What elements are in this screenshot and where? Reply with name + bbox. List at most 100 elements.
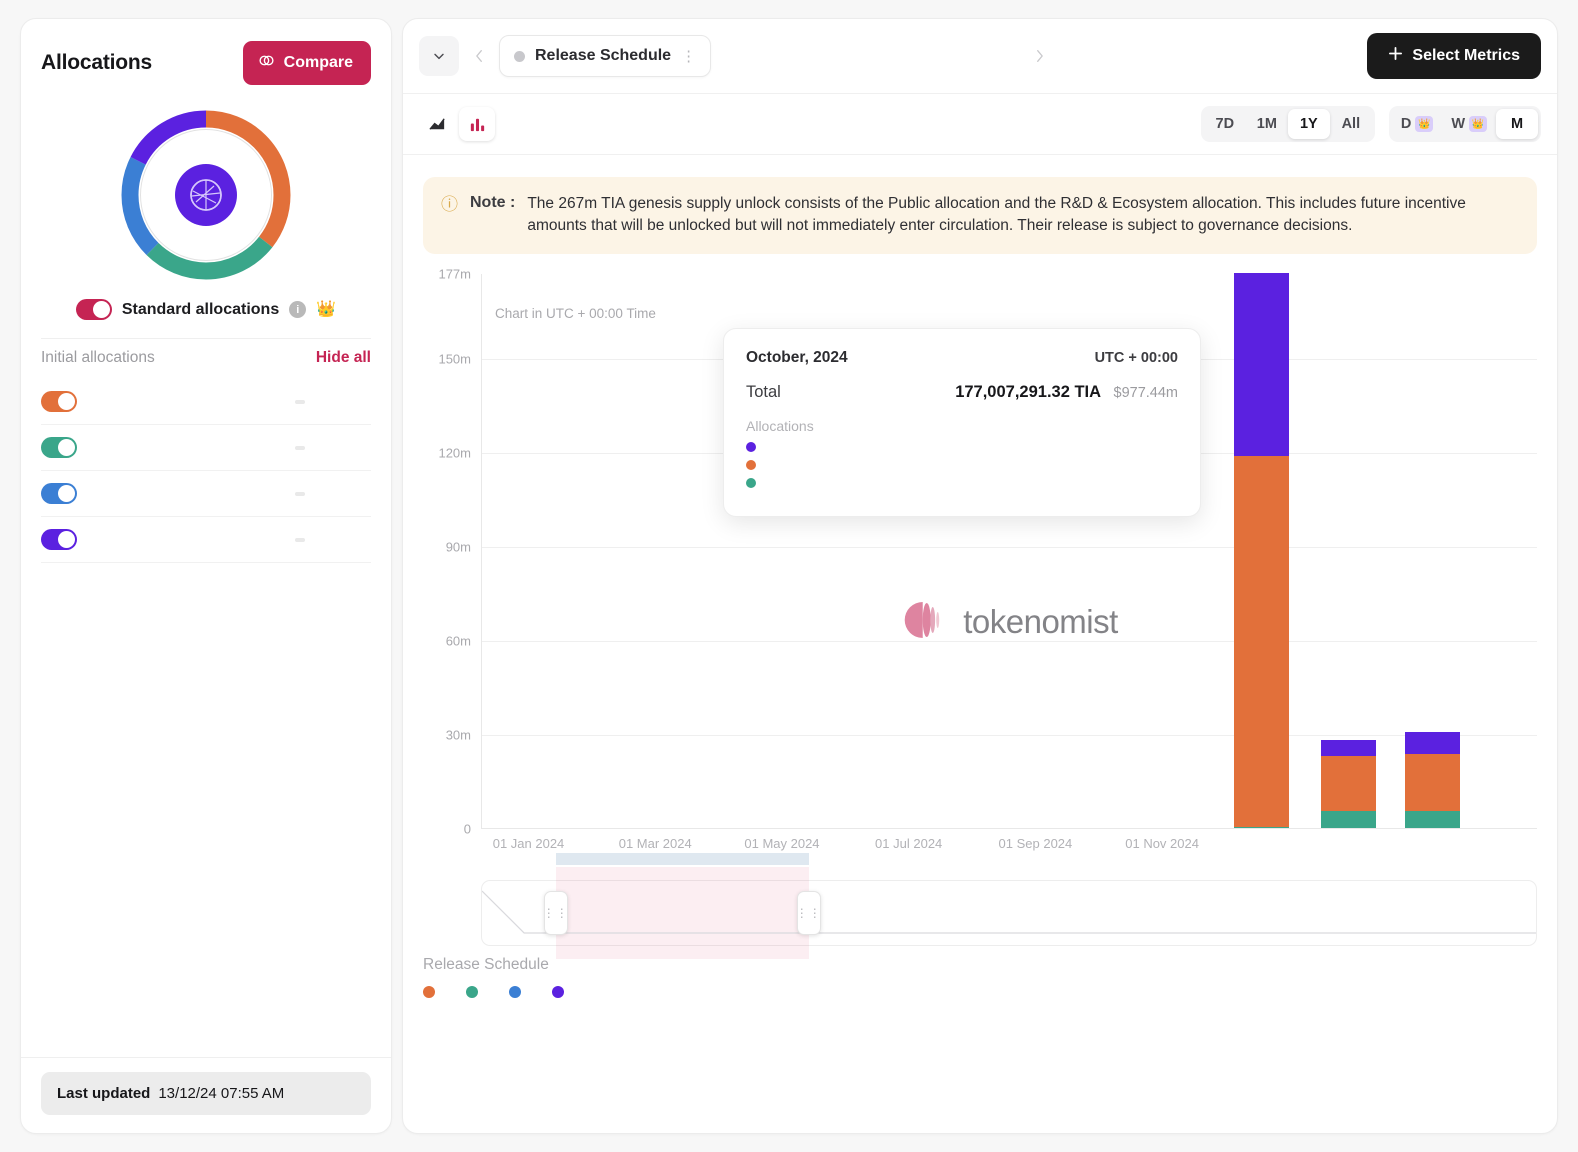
gridline: [482, 735, 1537, 736]
allocation-row[interactable]: [41, 425, 371, 471]
y-axis: 177m150m120m90m60m30m0: [423, 274, 471, 829]
allocation-row[interactable]: [41, 471, 371, 517]
interval-btn-w[interactable]: W👑: [1442, 109, 1496, 139]
bar-segment: [1405, 811, 1460, 828]
interval-btn-label: M: [1511, 116, 1523, 132]
allocation-unit-badge: [295, 446, 305, 450]
bar-segment: [1321, 740, 1376, 756]
chart-bar[interactable]: [1321, 740, 1376, 828]
hide-all-button[interactable]: Hide all: [316, 349, 371, 367]
chart-bar[interactable]: [1234, 273, 1289, 828]
tooltip-total-value: 177,007,291.32 TIA: [955, 383, 1101, 401]
legend-item[interactable]: [466, 986, 487, 998]
celestia-logo-icon: [175, 164, 237, 226]
range-btn-label: 1M: [1257, 116, 1277, 132]
range-btn-all[interactable]: All: [1330, 109, 1372, 139]
tab-label: Release Schedule: [535, 47, 671, 65]
legend-color-dot: [509, 986, 521, 998]
crown-icon: 👑: [1415, 116, 1433, 132]
collapse-chevron-down-icon[interactable]: [419, 36, 459, 76]
allocation-unit-badge: [295, 492, 305, 496]
chart-toolbar: 7D1M1YAll D👑W👑M: [403, 94, 1557, 155]
allocation-toggle[interactable]: [41, 391, 77, 412]
y-axis-tick: 120m: [438, 445, 471, 460]
range-btn-1m[interactable]: 1M: [1246, 109, 1288, 139]
tooltip-date: October, 2024: [746, 349, 848, 367]
tab-release-schedule[interactable]: Release Schedule ⋮: [499, 35, 711, 77]
compare-icon: [258, 52, 275, 74]
initial-allocations-title: Initial allocations: [41, 349, 155, 367]
chart-tooltip: October, 2024 UTC + 00:00 Total 177,007,…: [723, 328, 1201, 517]
interval-btn-label: D: [1401, 116, 1411, 132]
tooltip-row: [746, 478, 1178, 488]
time-range-group: 7D 1M 1Y All: [1201, 106, 1375, 142]
select-metrics-label: Select Metrics: [1412, 47, 1520, 65]
range-btn-label: 1Y: [1300, 116, 1318, 132]
tooltip-utc: UTC + 00:00: [1095, 350, 1178, 366]
legend-color-dot: [466, 986, 478, 998]
brush-mini-chart: [482, 889, 1536, 937]
tooltip-total-row: Total 177,007,291.32 TIA $977.44m: [746, 383, 1178, 402]
bar-segment: [1321, 756, 1376, 811]
interval-btn-m[interactable]: M: [1496, 109, 1538, 139]
chart-type-group: [419, 107, 495, 141]
info-icon[interactable]: i: [289, 301, 306, 318]
compare-button-label: Compare: [284, 54, 353, 72]
bar-segment: [1321, 811, 1376, 828]
bar-chart-icon[interactable]: [459, 107, 495, 141]
standard-allocations-toggle[interactable]: [76, 299, 112, 320]
note-label: Note :: [470, 194, 515, 212]
select-metrics-button[interactable]: Select Metrics: [1367, 33, 1541, 79]
kebab-menu-icon[interactable]: ⋮: [681, 49, 696, 64]
last-updated-label: Last updated: [57, 1085, 150, 1102]
tooltip-total-label: Total: [746, 383, 781, 402]
chart-bar[interactable]: [1405, 732, 1460, 828]
allocation-row[interactable]: [41, 379, 371, 425]
allocation-rows-list: [41, 379, 371, 563]
tooltip-allocation-rows: [746, 442, 1178, 488]
allocation-row[interactable]: [41, 517, 371, 563]
tokenomist-logo-icon: [901, 599, 947, 646]
note-banner: ⓘ Note : The 267m TIA genesis supply unl…: [423, 177, 1537, 254]
brush-handle-right[interactable]: ⋮⋮: [797, 891, 821, 935]
legend-item[interactable]: [552, 986, 573, 998]
alert-circle-icon: ⓘ: [441, 195, 458, 215]
chevron-right-icon[interactable]: [1025, 36, 1053, 76]
allocation-toggle[interactable]: [41, 529, 77, 550]
range-btn-label: 7D: [1216, 116, 1235, 132]
tooltip-header: October, 2024 UTC + 00:00: [746, 349, 1178, 367]
y-axis-tick: 0: [464, 821, 471, 836]
tooltip-color-dot: [746, 442, 756, 452]
allocation-toggle[interactable]: [41, 437, 77, 458]
range-btn-1y[interactable]: 1Y: [1288, 109, 1330, 139]
tab-status-dot-icon: [514, 51, 525, 62]
interval-btn-d[interactable]: D👑: [1392, 109, 1442, 139]
crown-icon: 👑: [1469, 116, 1487, 132]
legend-color-dot: [552, 986, 564, 998]
interval-btn-label: W: [1451, 116, 1465, 132]
last-updated-value: 13/12/24 07:55 AM: [158, 1085, 284, 1102]
tooltip-row: [746, 460, 1178, 470]
legend-item[interactable]: [509, 986, 530, 998]
page-title: Allocations: [41, 51, 152, 75]
range-btn-7d[interactable]: 7D: [1204, 109, 1246, 139]
standard-allocations-row[interactable]: Standard allocations i 👑: [21, 289, 391, 338]
area-chart-icon[interactable]: [419, 107, 455, 141]
release-schedule-chart: Chart in UTC + 00:00 Time 177m150m120m90…: [423, 274, 1537, 874]
allocation-toggle[interactable]: [41, 483, 77, 504]
x-axis-tick: 01 Sep 2024: [999, 836, 1073, 851]
y-axis-tick: 60m: [446, 633, 471, 648]
range-btn-label: All: [1342, 116, 1361, 132]
legend-item[interactable]: [423, 986, 444, 998]
chart-range-brush[interactable]: ⋮⋮ ⋮⋮: [481, 880, 1537, 946]
bar-segment: [1234, 827, 1289, 828]
y-axis-tick: 177m: [438, 266, 471, 281]
compare-button[interactable]: Compare: [243, 41, 371, 85]
brush-handle-left[interactable]: ⋮⋮: [544, 891, 568, 935]
gridline: [482, 547, 1537, 548]
chevron-left-icon[interactable]: [465, 36, 493, 76]
chart-topbar: Release Schedule ⋮ Select Metrics: [403, 19, 1557, 94]
x-axis-tick: 01 Jan 2024: [493, 836, 565, 851]
y-axis-tick: 150m: [438, 351, 471, 366]
last-updated-footer: Last updated 13/12/24 07:55 AM: [21, 1057, 391, 1133]
